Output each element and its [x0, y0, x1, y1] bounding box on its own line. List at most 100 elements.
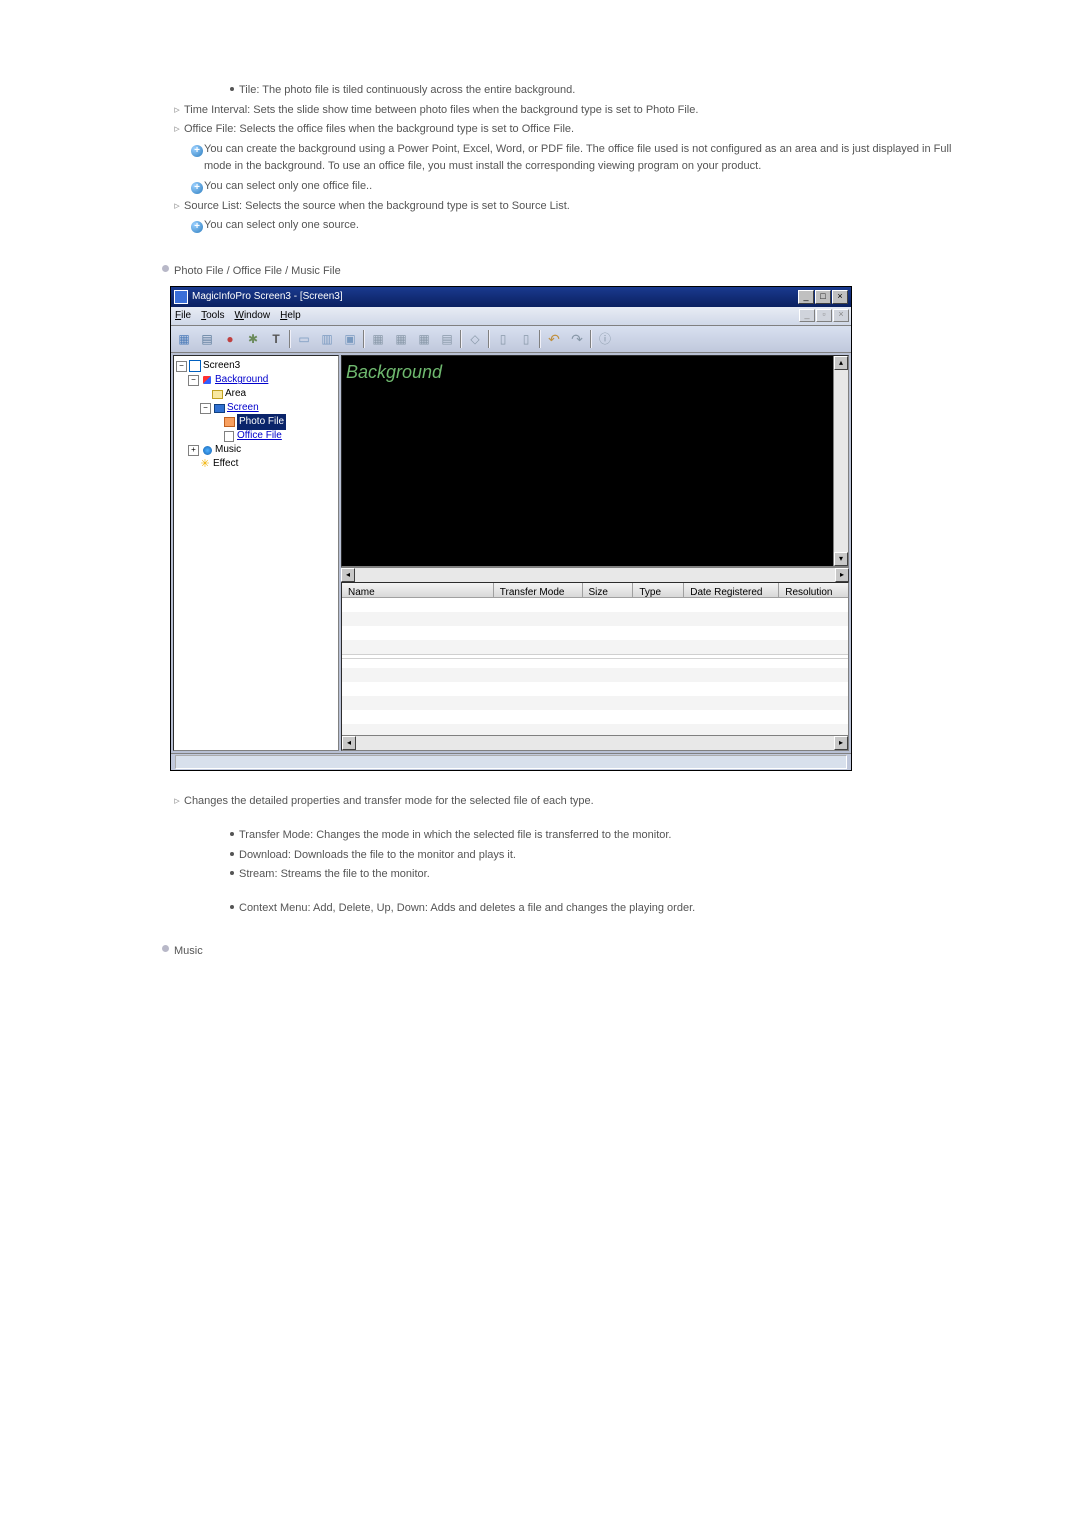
collapse-icon[interactable]: −: [176, 361, 187, 372]
text-download: Download: Downloads the file to the moni…: [239, 847, 980, 865]
tree-item-photo-file[interactable]: Photo File: [176, 415, 336, 429]
col-size[interactable]: Size: [583, 583, 634, 597]
toolbar-separator: [460, 330, 462, 348]
col-name[interactable]: Name: [342, 583, 494, 597]
preview-vscrollbar[interactable]: ▴ ▾: [833, 356, 848, 566]
tree-item-screen3[interactable]: − Screen3: [176, 359, 336, 373]
scroll-up-icon[interactable]: ▴: [834, 356, 848, 370]
menu-bar: File Tools Window Help _ ▫ ×: [171, 307, 851, 326]
scroll-left-icon[interactable]: ◂: [342, 736, 356, 750]
toolbar-btn-7[interactable]: ▣: [339, 328, 361, 350]
status-bar: [171, 753, 851, 770]
scroll-right-icon[interactable]: ▸: [834, 736, 848, 750]
maximize-button[interactable]: □: [815, 290, 831, 304]
toolbar-btn-3[interactable]: ●: [219, 328, 241, 350]
text-source-note: You can select only one source.: [204, 217, 980, 235]
section-bullet-icon: [162, 265, 169, 272]
text-stream: Stream: Streams the file to the monitor.: [239, 866, 980, 884]
plus-icon: +: [191, 145, 203, 157]
expand-icon[interactable]: +: [188, 445, 199, 456]
section-header-music: Music: [156, 943, 980, 961]
toolbar: ▦ ▤ ● ✱ T ▭ ▥ ▣ ▦ ▦ ▦ ▤ ◇ ▯ ▯ ↶: [171, 326, 851, 353]
toolbar-btn-8[interactable]: ▦: [367, 328, 389, 350]
preview-pane: Background ▴ ▾: [341, 355, 849, 567]
col-date-registered[interactable]: Date Registered: [684, 583, 779, 597]
bullet-dot-icon: [230, 832, 234, 836]
toolbar-btn-13[interactable]: ▯: [492, 328, 514, 350]
toolbar-separator: [590, 330, 592, 348]
tree-item-office-file[interactable]: Office File: [176, 429, 336, 443]
list-item-tile: Tile: The photo file is tiled continuous…: [225, 82, 980, 100]
file-table: Name Transfer Mode Size Type Date Regist…: [341, 582, 849, 751]
list-item-source-list: ▹ Source List: Selects the source when t…: [170, 198, 980, 216]
collapse-icon[interactable]: −: [188, 375, 199, 386]
text-office-file: Office File: Selects the office files wh…: [184, 121, 980, 139]
effect-icon: ✳: [199, 458, 211, 470]
text-tile: Tile: The photo file is tiled continuous…: [239, 82, 980, 100]
col-transfer-mode[interactable]: Transfer Mode: [494, 583, 583, 597]
text-intro: Changes the detailed properties and tran…: [184, 793, 980, 811]
toolbar-btn-text[interactable]: T: [265, 328, 287, 350]
office-icon: [224, 431, 234, 442]
table-body-empty: [342, 598, 848, 735]
bullet-dot-icon: [230, 87, 234, 91]
tree-item-area[interactable]: Area: [176, 387, 336, 401]
app-icon: [174, 290, 188, 304]
tree-label: Effect: [213, 456, 238, 472]
toolbar-separator: [289, 330, 291, 348]
toolbar-btn-1[interactable]: ▦: [173, 328, 195, 350]
mdi-close-button[interactable]: ×: [833, 309, 849, 322]
toolbar-btn-10[interactable]: ▦: [413, 328, 435, 350]
note-office-1: + You can create the background using a …: [190, 141, 980, 176]
toolbar-btn-redo[interactable]: ↷: [566, 328, 588, 350]
toolbar-btn-5[interactable]: ▭: [293, 328, 315, 350]
mdi-minimize-button[interactable]: _: [799, 309, 815, 322]
scroll-right-icon[interactable]: ▸: [835, 568, 849, 582]
list-item-stream: Stream: Streams the file to the monitor.: [225, 866, 980, 884]
screen-icon: [214, 404, 225, 413]
menu-tools[interactable]: Tools: [201, 308, 224, 324]
list-item-context-menu: Context Menu: Add, Delete, Up, Down: Add…: [225, 900, 980, 918]
toolbar-btn-undo[interactable]: ↶: [543, 328, 565, 350]
col-type[interactable]: Type: [633, 583, 684, 597]
menu-window[interactable]: Window: [234, 308, 270, 324]
toolbar-btn-info[interactable]: ⓘ: [594, 328, 616, 350]
minimize-button[interactable]: _: [798, 290, 814, 304]
tree-item-effect[interactable]: ✳ Effect: [176, 457, 336, 471]
toolbar-btn-11[interactable]: ▤: [436, 328, 458, 350]
window-title: MagicInfoPro Screen3 - [Screen3]: [192, 289, 798, 305]
tree-item-background[interactable]: − Background: [176, 373, 336, 387]
app-window: MagicInfoPro Screen3 - [Screen3] _ □ × F…: [170, 286, 852, 771]
note-source: + You can select only one source.: [190, 217, 980, 235]
menu-file[interactable]: File: [175, 308, 191, 324]
toolbar-separator: [363, 330, 365, 348]
section-header-photo-office-music: Photo File / Office File / Music File: [156, 263, 980, 281]
menu-help[interactable]: Help: [280, 308, 301, 324]
arrow-icon: ▹: [174, 124, 180, 135]
tree-item-screen[interactable]: − Screen: [176, 401, 336, 415]
mdi-restore-button[interactable]: ▫: [816, 309, 832, 322]
plus-icon: +: [191, 221, 203, 233]
section-title-music: Music: [174, 943, 203, 961]
toolbar-separator: [488, 330, 490, 348]
area-icon: [212, 390, 223, 399]
table-hscrollbar[interactable]: ◂ ▸: [342, 735, 848, 750]
toolbar-btn-12[interactable]: ◇: [464, 328, 486, 350]
close-button[interactable]: ×: [832, 290, 848, 304]
toolbar-btn-14[interactable]: ▯: [515, 328, 537, 350]
toolbar-btn-2[interactable]: ▤: [196, 328, 218, 350]
screen-icon: [189, 360, 201, 372]
bullet-dot-icon: [230, 905, 234, 909]
toolbar-btn-6[interactable]: ▥: [316, 328, 338, 350]
toolbar-btn-9[interactable]: ▦: [390, 328, 412, 350]
collapse-icon[interactable]: −: [200, 403, 211, 414]
toolbar-btn-4[interactable]: ✱: [242, 328, 264, 350]
preview-hscrollbar[interactable]: ◂ ▸: [341, 567, 849, 582]
col-resolution[interactable]: Resolution: [779, 583, 848, 597]
scroll-left-icon[interactable]: ◂: [341, 568, 355, 582]
bullet-dot-icon: [230, 871, 234, 875]
list-item-time-interval: ▹ Time Interval: Sets the slide show tim…: [170, 102, 980, 120]
scroll-down-icon[interactable]: ▾: [834, 552, 848, 566]
text-transfer-mode: Transfer Mode: Changes the mode in which…: [239, 827, 980, 845]
text-time-interval: Time Interval: Sets the slide show time …: [184, 102, 980, 120]
